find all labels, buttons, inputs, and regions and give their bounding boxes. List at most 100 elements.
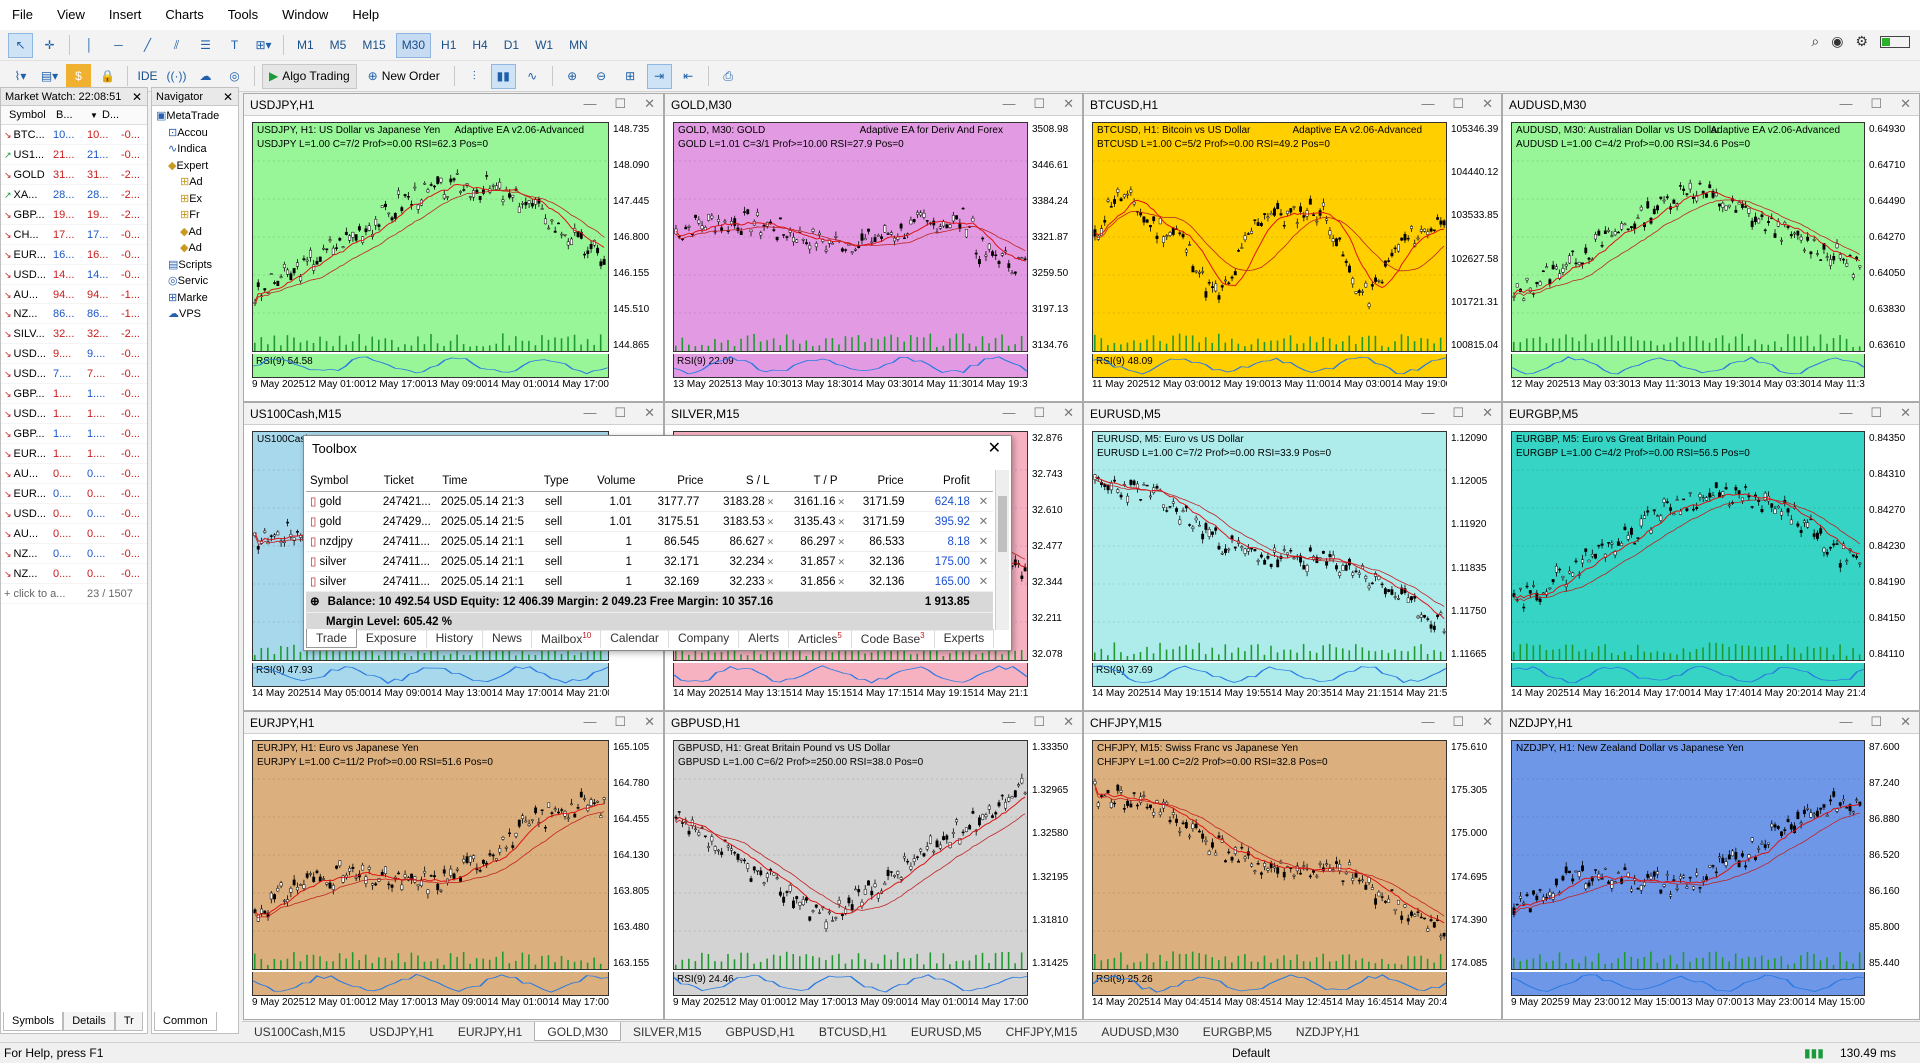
- tab-alerts[interactable]: Alerts: [739, 629, 789, 648]
- market-watch-row[interactable]: ↘ USD... 0.... 0.... -0...: [1, 504, 147, 524]
- chart-tab-us100cash-m15[interactable]: US100Cash,M15: [242, 1022, 357, 1041]
- menu-view[interactable]: View: [45, 0, 97, 30]
- minimize-icon[interactable]: —: [583, 96, 596, 112]
- chart-plot[interactable]: CHFJPY, M15: Swiss Franc vs Japanese Yen…: [1092, 740, 1447, 970]
- chart-window-nzdjpy-h1[interactable]: NZDJPY,H1— ☐ ✕ NZDJPY, H1: New Zealand Doll…: [1502, 711, 1920, 1020]
- close-position-icon[interactable]: ✕: [974, 552, 993, 571]
- col-type[interactable]: Type: [528, 470, 585, 491]
- tab-exposure[interactable]: Exposure: [357, 629, 427, 648]
- market-watch-row[interactable]: ↘ CH... 17... 17... -0...: [1, 225, 147, 245]
- close-icon[interactable]: ✕: [644, 405, 655, 421]
- fibonacci-icon[interactable]: ☰: [193, 33, 218, 58]
- horizontal-line-icon[interactable]: ─: [106, 33, 131, 58]
- scrollbar[interactable]: [995, 470, 1009, 630]
- table-row[interactable]: ▯ silver 247411... 2025.05.14 21:1... sell 1…: [306, 552, 993, 572]
- market-watch-row[interactable]: ↗ XA... 28... 28... -2...: [1, 185, 147, 205]
- close-position-icon[interactable]: ✕: [974, 512, 993, 531]
- timeframe-d1[interactable]: D1: [498, 33, 525, 58]
- timeframe-m1[interactable]: M1: [291, 33, 320, 58]
- col-s-l[interactable]: S / L: [707, 470, 773, 491]
- maximize-icon[interactable]: ☐: [1452, 714, 1464, 730]
- chart-tab-usdjpy-h1[interactable]: USDJPY,H1: [357, 1022, 445, 1041]
- nav-item-accou[interactable]: ⊡ Accou: [152, 125, 238, 142]
- trendline-icon[interactable]: ╱: [135, 33, 160, 58]
- chart-plot[interactable]: AUDUSD, M30: Australian Dollar vs US Dol…: [1511, 122, 1865, 352]
- close-icon[interactable]: ✕: [988, 436, 1001, 462]
- cloud-icon[interactable]: ☁: [193, 64, 218, 89]
- signal-icon[interactable]: ⚙: [1855, 33, 1868, 50]
- minimize-icon[interactable]: —: [1002, 96, 1015, 112]
- close-icon[interactable]: ✕: [1063, 714, 1074, 730]
- tab-articles[interactable]: Articles5: [789, 629, 852, 648]
- ide-button[interactable]: IDE: [135, 64, 160, 89]
- menu-window[interactable]: Window: [270, 0, 340, 30]
- col-price[interactable]: Price: [639, 470, 707, 491]
- market-watch-row[interactable]: ↘ NZ... 0.... 0.... -0...: [1, 564, 147, 584]
- nav-item-ad[interactable]: ⊞ Ad: [152, 174, 238, 191]
- market-watch-row[interactable]: ↘ SILV... 32... 32... -2...: [1, 324, 147, 345]
- market-watch-row[interactable]: ↘ EUR... 16... 16... -0...: [1, 245, 147, 265]
- chart-tab-eurusd-m5[interactable]: EURUSD,M5: [899, 1022, 994, 1041]
- algo-trading-button[interactable]: ▶ Algo Trading: [262, 63, 357, 89]
- tile-windows-icon[interactable]: ⊞: [618, 64, 643, 89]
- tab-details[interactable]: Details: [63, 1012, 115, 1031]
- close-icon[interactable]: ✕: [644, 714, 655, 730]
- nav-item-servic[interactable]: ◎ Servic: [152, 273, 238, 290]
- new-order-button[interactable]: ⊕ New Order: [361, 64, 447, 89]
- line-chart-icon[interactable]: ∿: [520, 64, 545, 89]
- nav-item-indica[interactable]: ∿ Indica: [152, 141, 238, 158]
- market-watch-row[interactable]: ↘ GBP... 1.... 1.... -0...: [1, 384, 147, 405]
- minimize-icon[interactable]: —: [1839, 96, 1852, 112]
- chart-plot[interactable]: USDJPY, H1: US Dollar vs Japanese Yen Ada…: [252, 122, 609, 352]
- zoom-out-icon[interactable]: ⊖: [589, 64, 614, 89]
- chart-plot[interactable]: EURJPY, H1: Euro vs Japanese Yen EURJPY L…: [252, 740, 609, 970]
- tab-company[interactable]: Company: [669, 629, 740, 648]
- table-row[interactable]: ▯ gold 247421... 2025.05.14 21:3... sell 1.0…: [306, 492, 993, 512]
- tab-common[interactable]: Common: [154, 1012, 217, 1031]
- col-price[interactable]: Price: [842, 470, 908, 491]
- nav-item-ad[interactable]: ◆ Ad: [152, 224, 238, 241]
- chart-tab-eurgbp-m5[interactable]: EURGBP,M5: [1191, 1022, 1284, 1041]
- timeframe-w1[interactable]: W1: [529, 33, 559, 58]
- col-t-p[interactable]: T / P: [774, 470, 842, 491]
- maximize-icon[interactable]: ☐: [614, 96, 626, 112]
- chart-tab-silver-m15[interactable]: SILVER,M15: [621, 1022, 713, 1041]
- market-watch-row[interactable]: ↗ US1... 21... 21... -0...: [1, 145, 147, 165]
- col-daily[interactable]: D...: [102, 106, 136, 124]
- chart-plot[interactable]: EURGBP, M5: Euro vs Great Britain Pound E…: [1511, 431, 1865, 661]
- chart-plot[interactable]: BTCUSD, H1: Bitcoin vs US Dollar Adaptive…: [1092, 122, 1447, 352]
- tab-experts[interactable]: Experts: [935, 629, 995, 648]
- col-profit[interactable]: Profit: [908, 470, 974, 491]
- channel-icon[interactable]: ⫽: [164, 33, 189, 58]
- col-time[interactable]: Time: [438, 470, 528, 491]
- chart-window-btcusd-h1[interactable]: BTCUSD,H1— ☐ ✕ BTCUSD, H1: Bitcoin vs US Do…: [1083, 93, 1502, 402]
- screenshot-icon[interactable]: ⎙: [716, 64, 741, 89]
- market-watch-row[interactable]: ↘ USD... 14... 14... -0...: [1, 265, 147, 285]
- profile-name[interactable]: Default: [1232, 1043, 1270, 1063]
- minimize-icon[interactable]: —: [1839, 714, 1852, 730]
- close-icon[interactable]: ✕: [1900, 405, 1911, 421]
- tab-news[interactable]: News: [483, 629, 532, 648]
- close-position-icon[interactable]: ✕: [974, 572, 993, 591]
- chart-window-gbpusd-h1[interactable]: GBPUSD,H1— ☐ ✕ GBPUSD, H1: Great Britain Po…: [664, 711, 1083, 1020]
- tab-history[interactable]: History: [427, 629, 483, 648]
- col-sort-icon[interactable]: ▼: [90, 106, 102, 124]
- maximize-icon[interactable]: ☐: [1452, 405, 1464, 421]
- tab-trade[interactable]: Trade: [306, 629, 357, 648]
- zoom-in-icon[interactable]: ⊕: [560, 64, 585, 89]
- search-icon[interactable]: ⌕: [1811, 33, 1819, 50]
- chart-type-icon[interactable]: ⌇▾: [8, 64, 33, 89]
- cursor-icon[interactable]: ↖: [8, 32, 33, 58]
- market-watch-row[interactable]: ↘ GBP... 19... 19... -2...: [1, 205, 147, 225]
- market-watch-row[interactable]: ↘ NZ... 86... 86... -1...: [1, 304, 147, 325]
- account-icon[interactable]: ◉: [1831, 33, 1843, 50]
- chart-tab-chfjpy-m15[interactable]: CHFJPY,M15: [994, 1022, 1090, 1041]
- nav-item-ex[interactable]: ⊞ Ex: [152, 191, 238, 208]
- bar-chart-icon[interactable]: ⫶: [462, 64, 487, 89]
- chart-shift-icon[interactable]: ⇤: [676, 64, 701, 89]
- nav-item-scripts[interactable]: ▤ Scripts: [152, 257, 238, 274]
- minimize-icon[interactable]: —: [583, 714, 596, 730]
- chart-plot[interactable]: GOLD, M30: GOLD Adaptive EA for Deriv And…: [673, 122, 1028, 352]
- timeframe-m30[interactable]: M30: [395, 32, 432, 58]
- chart-window-eurgbp-m5[interactable]: EURGBP,M5— ☐ ✕ EURGBP, M5: Euro vs Great Br…: [1502, 402, 1920, 711]
